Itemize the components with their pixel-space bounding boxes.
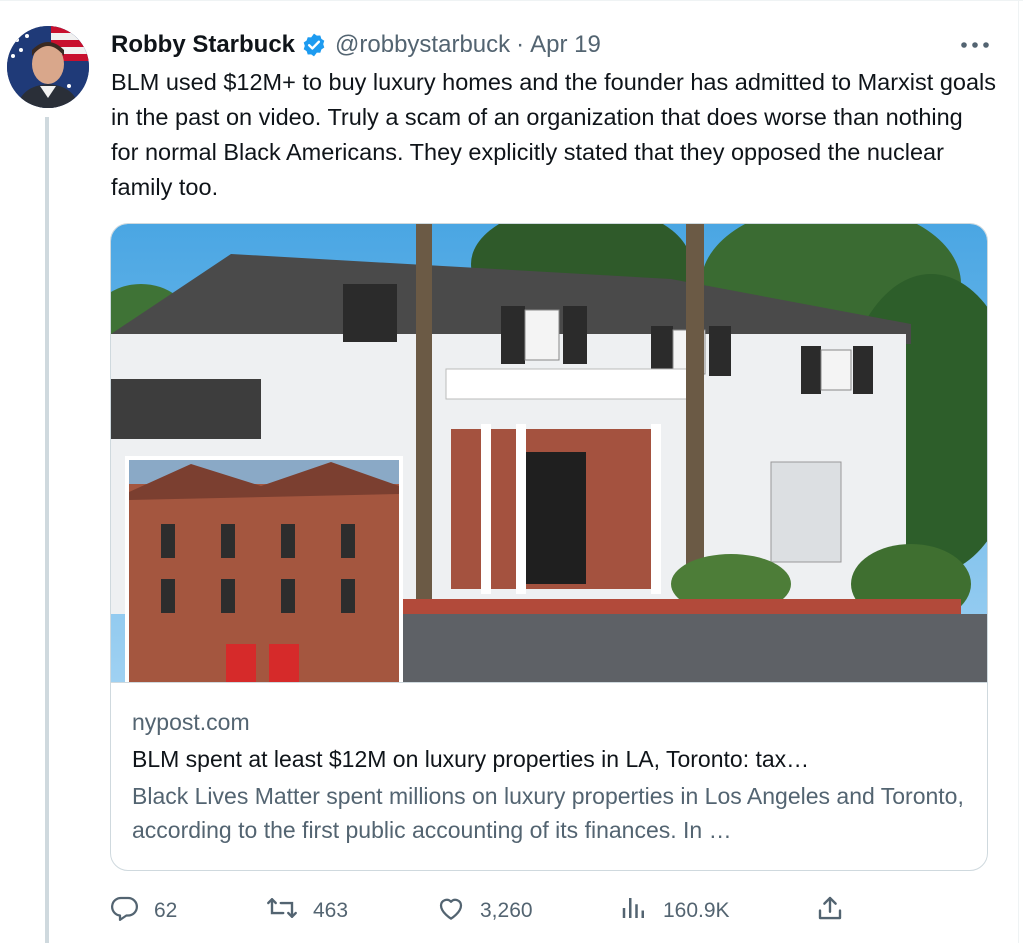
retweet-button[interactable]: 463	[265, 890, 348, 932]
like-button[interactable]: 3,260	[436, 890, 533, 932]
like-count: 3,260	[480, 899, 533, 922]
views-icon	[619, 893, 663, 929]
tweet-text: BLM used $12M+ to buy luxury homes and t…	[111, 69, 997, 200]
views-button[interactable]: 160.9K	[619, 890, 730, 932]
verified-badge-icon	[301, 32, 327, 58]
card-image	[111, 224, 987, 683]
share-button[interactable]	[815, 890, 859, 932]
card-title: BLM spent at least $12M on luxury proper…	[132, 746, 810, 772]
reply-count: 62	[154, 899, 178, 922]
tweet-date[interactable]: Apr 19	[530, 31, 601, 59]
thread-line	[45, 117, 49, 943]
top-border	[0, 0, 1023, 1]
author-handle[interactable]: @robbystarbuck	[335, 31, 510, 59]
retweet-count: 463	[313, 899, 349, 922]
tweet: Robby Starbuck @robbystarbuck · Apr 19 B…	[111, 28, 996, 205]
reply-button[interactable]: 62	[110, 890, 177, 932]
card-meta: nypost.com BLM spent at least $12M on lu…	[111, 683, 987, 847]
views-count: 160.9K	[663, 899, 730, 922]
share-icon	[815, 893, 859, 929]
avatar[interactable]	[7, 26, 89, 108]
card-description: Black Lives Matter spent millions on lux…	[132, 783, 964, 843]
action-bar: 62 463 3,260 160.9K	[0, 890, 1023, 932]
tweet-header: Robby Starbuck @robbystarbuck · Apr 19	[111, 28, 996, 62]
separator-dot: ·	[516, 31, 525, 58]
card-domain: nypost.com	[132, 709, 250, 735]
author-name[interactable]: Robby Starbuck	[111, 31, 295, 59]
reply-icon	[110, 893, 154, 929]
retweet-icon	[265, 893, 313, 929]
right-border	[1018, 0, 1019, 943]
link-card[interactable]: nypost.com BLM spent at least $12M on lu…	[110, 223, 988, 871]
heart-icon	[436, 893, 480, 929]
more-icon[interactable]	[958, 28, 992, 62]
